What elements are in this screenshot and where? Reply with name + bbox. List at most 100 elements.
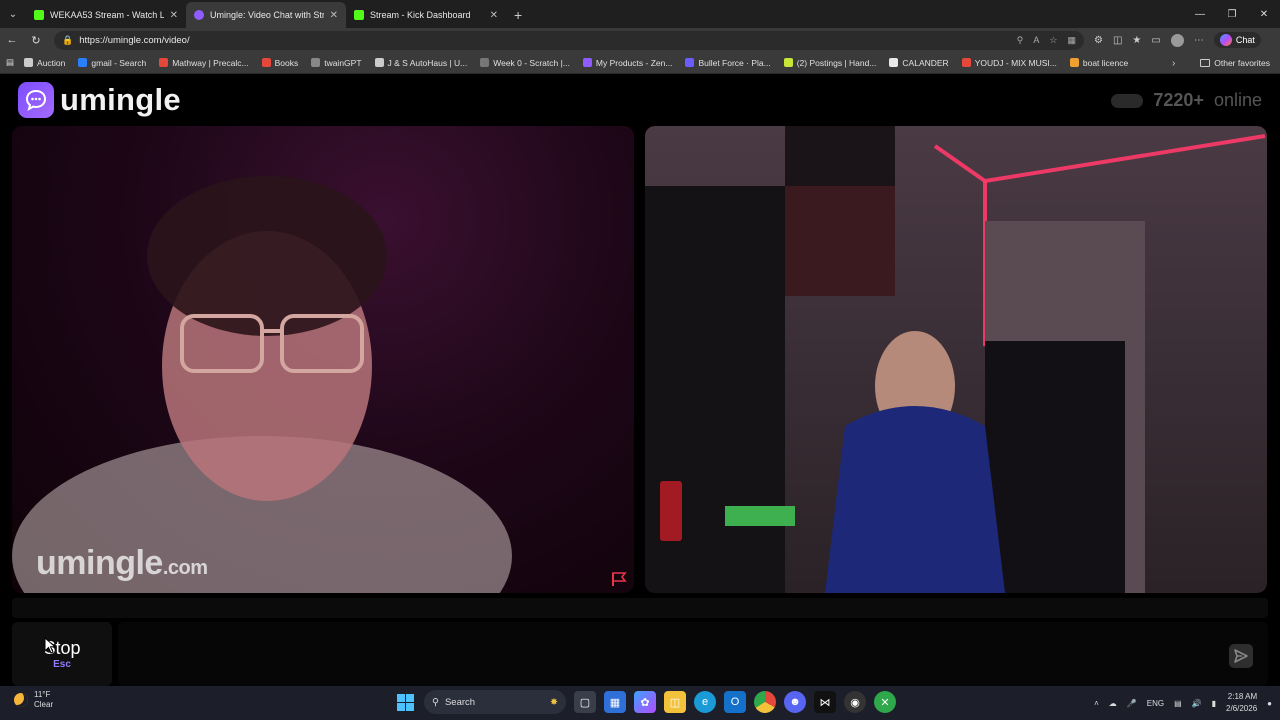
close-window-icon[interactable]: ✕	[1248, 0, 1280, 28]
watermark-suffix: .com	[162, 557, 208, 579]
task-view-icon[interactable]: ▢	[574, 691, 596, 713]
minimize-icon[interactable]: —	[1184, 0, 1216, 28]
collections-icon[interactable]: ▭	[1151, 35, 1160, 46]
bookmark-item[interactable]: Week 0 - Scratch |...	[480, 58, 570, 68]
bookmark-item[interactable]: Mathway | Precalc...	[159, 58, 249, 68]
site-logo[interactable]: umingle	[18, 82, 181, 118]
bookmark-favicon-icon	[261, 58, 271, 67]
copilot-chat-button[interactable]: Chat	[1213, 32, 1261, 48]
read-aloud-icon[interactable]: A	[1033, 35, 1039, 45]
kick-favicon-icon	[34, 10, 44, 20]
bookmark-favicon-icon	[159, 58, 169, 67]
tab-title: WEKAA53 Stream - Watch Live on	[50, 10, 164, 20]
new-tab-icon[interactable]: +	[514, 2, 522, 28]
chrome-icon[interactable]	[754, 691, 776, 713]
logo-text: umingle	[60, 82, 181, 117]
tab-close-icon[interactable]: ✕	[330, 10, 338, 21]
volume-icon[interactable]: 🔊	[1192, 699, 1202, 708]
bookmark-label: J & S AutoHaus | U...	[387, 57, 468, 68]
copilot-app-icon[interactable]: ✿	[634, 691, 656, 713]
other-favorites[interactable]: Other favorites	[1200, 52, 1270, 74]
bookmark-item[interactable]: Auction	[24, 58, 65, 68]
bookmark-label: Week 0 - Scratch |...	[493, 57, 570, 68]
network-icon[interactable]: ▤	[1174, 699, 1182, 708]
tab-close-icon[interactable]: ✕	[170, 10, 178, 21]
microphone-icon[interactable]: 🎤	[1127, 699, 1137, 708]
clock-date: 2/6/2026	[1226, 704, 1258, 713]
obs-icon[interactable]: ◉	[844, 691, 866, 713]
send-button[interactable]	[1229, 644, 1253, 668]
edge-browser-icon[interactable]: e	[694, 691, 716, 713]
refresh-icon[interactable]: ↻	[24, 34, 48, 47]
favorites-icon[interactable]: ★	[1132, 35, 1141, 46]
bookmark-item[interactable]: gmail - Search	[78, 58, 146, 68]
bookmark-item[interactable]: CALANDER	[889, 57, 949, 68]
theme-toggle[interactable]	[1111, 93, 1144, 108]
address-bar[interactable]: 🔒 https://umingle.com/video/ ⚲ A ☆ ▦	[54, 30, 1084, 50]
taskbar-search[interactable]: ⚲ Search ✸	[424, 690, 566, 714]
browser-tab-active[interactable]: Umingle: Video Chat with Str ✕	[186, 2, 346, 28]
show-hidden-icons[interactable]: ˄	[1094, 699, 1099, 708]
system-clock[interactable]: 2:18 AM 2/6/2026	[1226, 691, 1257, 715]
discord-icon[interactable]: ☻	[784, 691, 806, 713]
back-icon[interactable]: ←	[0, 34, 24, 46]
bookmark-item[interactable]: (2) Postings | Hand...	[783, 58, 876, 68]
stop-shortcut: Esc	[53, 659, 71, 670]
umingle-favicon-icon	[194, 10, 204, 20]
bookmark-item[interactable]: twainGPT	[311, 58, 362, 68]
bookmark-item[interactable]: Bullet Force · Pla...	[685, 58, 771, 68]
bookmark-label: gmail - Search	[91, 57, 147, 68]
capcut-icon[interactable]: ⋈	[814, 691, 836, 713]
bookmark-favicon-icon	[685, 58, 695, 67]
file-explorer-icon[interactable]: ◫	[664, 691, 686, 713]
weather-widget[interactable]: 11°F Clear	[14, 690, 53, 710]
report-flag-icon[interactable]	[610, 571, 628, 587]
browser-tab[interactable]: WEKAA53 Stream - Watch Live on ✕	[26, 2, 186, 28]
bookmark-item[interactable]: Books	[261, 58, 298, 68]
microsoft-store-icon[interactable]: ▦	[604, 691, 626, 713]
windows-taskbar: 11°F Clear ⚲ Search ✸ ▢ ▦ ✿ ◫ e O ☻ ⋈ ◉ …	[0, 686, 1280, 720]
zoom-icon[interactable]: ⚲	[1017, 35, 1024, 46]
bookmark-label: Auction	[37, 57, 66, 68]
bookmark-item[interactable]: YOUDJ - MIX MUSI...	[961, 58, 1057, 68]
tab-close-icon[interactable]: ✕	[490, 10, 498, 21]
chat-message-input[interactable]	[118, 622, 1268, 686]
watermark-main: umingle	[36, 544, 163, 582]
more-menu-icon[interactable]: ⋯	[1194, 35, 1204, 46]
tab-title: Stream - Kick Dashboard	[370, 10, 471, 20]
favorite-star-icon[interactable]: ☆	[1049, 35, 1057, 46]
self-video-feed	[645, 126, 1266, 593]
bookmarks-bar: ▤ Auction gmail - Search Mathway | Precalc…	[0, 52, 1280, 74]
bookmark-favicon-icon	[78, 58, 88, 67]
onedrive-cloud-icon[interactable]: ☁	[1109, 699, 1117, 708]
stop-button[interactable]: Stop Esc	[12, 622, 112, 686]
bookmark-favicon-icon	[311, 58, 321, 67]
immersive-reader-icon[interactable]: ▦	[1067, 35, 1076, 46]
folder-icon	[1200, 59, 1211, 67]
extensions-icon[interactable]: ⚙	[1094, 35, 1103, 46]
bookmark-item[interactable]: J & S AutoHaus | U...	[374, 57, 468, 68]
restore-icon[interactable]: ❐	[1216, 0, 1248, 28]
battery-icon[interactable]: ▮	[1212, 699, 1216, 708]
outlook-icon[interactable]: O	[724, 691, 746, 713]
bookmark-item[interactable]: boat licence	[1069, 57, 1129, 68]
umingle-watermark: umingle.com	[36, 544, 208, 583]
bookmark-label: CALANDER	[902, 57, 949, 68]
browser-tab[interactable]: Stream - Kick Dashboard ✕	[346, 2, 506, 28]
start-button[interactable]	[394, 691, 416, 713]
online-count: 7220+	[1153, 90, 1204, 110]
notifications-icon[interactable]: ●	[1267, 699, 1272, 708]
bookmark-label: boat licence	[1082, 57, 1129, 68]
windows-logo-icon	[396, 693, 414, 711]
xbox-icon[interactable]: ✕	[874, 691, 896, 713]
bookmarks-overflow-icon[interactable]: ›	[1172, 52, 1175, 74]
weather-desc: Clear	[34, 700, 54, 709]
bookmark-favicon-icon	[374, 58, 384, 67]
tab-actions-menu-icon[interactable]: ⌄	[0, 0, 26, 28]
bookmark-item[interactable]: My Products - Zen...	[582, 58, 672, 68]
profile-avatar[interactable]	[1170, 33, 1184, 47]
lock-icon: 🔒	[62, 34, 74, 45]
language-indicator[interactable]: ENG	[1147, 699, 1164, 708]
bookmarks-menu-icon[interactable]: ▤	[6, 57, 14, 68]
split-screen-icon[interactable]: ◫	[1113, 35, 1122, 46]
